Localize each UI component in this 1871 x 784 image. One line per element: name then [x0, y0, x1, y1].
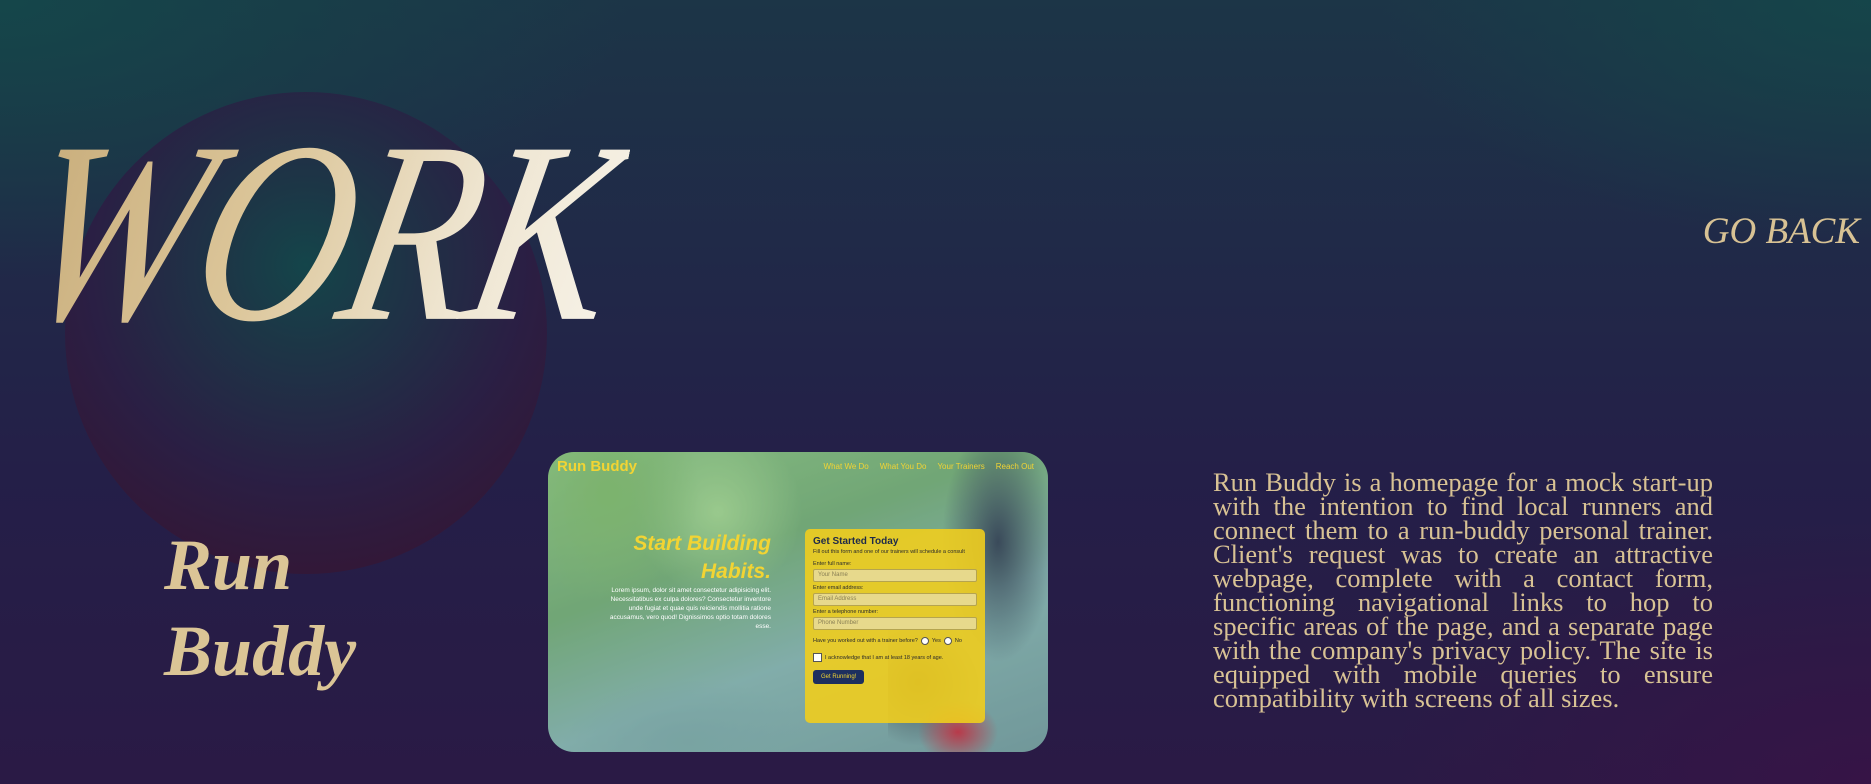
screenshot-question-text: Have you worked out with a trainer befor…: [813, 638, 918, 644]
screenshot-name-field: Your Name: [813, 569, 977, 582]
project-description: Run Buddy is a homepage for a mock start…: [1213, 467, 1713, 713]
screenshot-form-subtitle: Fill out this form and one of our traine…: [813, 549, 965, 555]
screenshot-brand: Run Buddy: [557, 458, 637, 475]
screenshot-hero-title: Start Building Habits.: [633, 532, 771, 583]
screenshot-form: Get Started Today Fill out this form and…: [805, 529, 985, 723]
page-title: WORK: [0, 90, 643, 377]
screenshot-acknowledge-text: I acknowledge that I am at least 18 year…: [825, 654, 944, 661]
screenshot-no-label: No: [954, 638, 962, 644]
radio-icon: [920, 637, 929, 645]
screenshot-nav: What We Do What You Do Your Trainers Rea…: [824, 462, 1034, 471]
screenshot-phone-field: Phone Number: [813, 617, 977, 630]
screenshot-acknowledge: I acknowledge that I am at least 18 year…: [813, 653, 977, 662]
checkbox-icon: [813, 653, 822, 662]
screenshot-submit-button: Get Running!: [813, 670, 865, 684]
radio-icon: [943, 637, 952, 645]
screenshot-trainer-question: Have you worked out with a trainer befor…: [813, 637, 977, 645]
screenshot-hero-text: Lorem ipsum, dolor sit amet consectetur …: [609, 587, 771, 630]
project-title-line-1: Run: [164, 525, 293, 605]
screenshot-form-title: Get Started Today: [813, 536, 899, 547]
screenshot-email-field: Email Address: [813, 593, 977, 606]
project-screenshot-link[interactable]: Run Buddy What We Do What You Do Your Tr…: [548, 452, 1048, 752]
screenshot-nav-item: What You Do: [879, 462, 927, 471]
screenshot-email-label: Enter email address:: [813, 585, 864, 591]
screenshot-nav-item: Reach Out: [995, 462, 1034, 471]
screenshot-yes-label: Yes: [931, 638, 941, 644]
screenshot-nav-item: What We Do: [823, 462, 869, 471]
screenshot-name-label: Enter full name:: [813, 561, 852, 567]
screenshot-phone-label: Enter a telephone number:: [813, 609, 879, 615]
project-title: Run Buddy: [164, 522, 356, 694]
go-back-link[interactable]: GO BACK: [1703, 210, 1860, 253]
project-title-line-2: Buddy: [164, 611, 357, 691]
screenshot-nav-item: Your Trainers: [937, 462, 985, 471]
